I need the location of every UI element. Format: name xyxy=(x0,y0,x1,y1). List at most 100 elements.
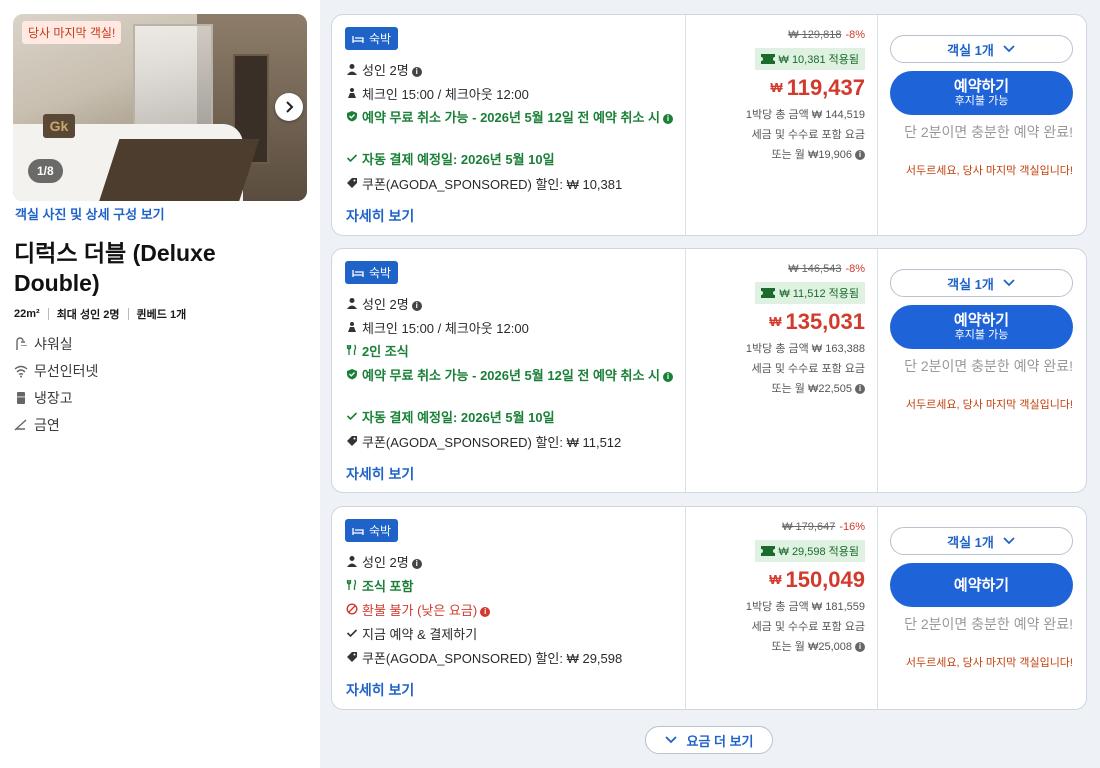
offer-payment-now: 지금 예약 & 결제하기 xyxy=(345,626,675,643)
offer-breakfast: 조식 포함 xyxy=(345,578,675,595)
room-count-select[interactable]: 객실 1개 xyxy=(890,35,1073,63)
offer-checkin: 체크인 15:00 / 체크아웃 12:00 xyxy=(345,320,675,337)
offer-guests: 성인 2명 i xyxy=(345,554,675,571)
ticket-icon xyxy=(760,546,775,556)
info-icon[interactable]: i xyxy=(663,113,673,124)
cutlery-icon xyxy=(346,579,357,590)
urgency-text: 단 2분이면 충분한 예약 완료! xyxy=(904,124,1073,140)
bed-icon xyxy=(352,527,364,535)
fridge-icon xyxy=(17,391,25,404)
offer-payment-date: 자동 결제 예정일: 2026년 5월 10일 xyxy=(345,151,675,168)
coupon-applied-badge: ₩ 10,381 적용됨 xyxy=(754,48,865,70)
info-icon[interactable]: i xyxy=(480,606,491,617)
details-link[interactable]: 자세히 보기 xyxy=(346,680,414,700)
price-block: ₩ 146,543 -8% ₩ 11,512 적용됨 ₩135,031 1박당 총… xyxy=(687,249,877,494)
shield-check-icon xyxy=(347,111,357,122)
amenity-item: 무선인터넷 xyxy=(14,357,98,384)
price-block: ₩ 179,647 -16% ₩ 29,598 적용됨 ₩150,049 1박당 … xyxy=(687,507,877,711)
offer-coupon: 쿠폰(AGODA_SPONSORED) 할인: ₩ 29,598 xyxy=(345,650,675,667)
chevron-down-icon xyxy=(1003,279,1015,287)
info-icon[interactable]: i xyxy=(855,642,865,653)
check-icon xyxy=(346,412,358,421)
room-photos-link[interactable]: 객실 사진 및 상세 구성 보기 xyxy=(15,204,165,223)
room-max-guests: 최대 성인 2명 xyxy=(56,309,120,321)
amenity-item: 금연 xyxy=(14,411,98,438)
stay-tag: 숙박 xyxy=(345,27,399,50)
room-bed: 퀸베드 1개 xyxy=(136,309,187,321)
price-block: ₩ 129,818 -8% ₩ 10,381 적용됨 ₩119,437 1박당 총… xyxy=(687,15,877,237)
offer-card: 숙박 성인 2명 i 체크인 15:00 / 체크아웃 12:00 2인 조식 예… xyxy=(331,248,1087,493)
offer-payment-date: 자동 결제 예정일: 2026년 5월 10일 xyxy=(345,409,675,426)
amenity-item: 냉장고 xyxy=(14,384,98,411)
tag-icon xyxy=(347,436,357,446)
book-button[interactable]: 예약하기 후지불 가능 xyxy=(890,71,1073,115)
coupon-applied-badge: ₩ 11,512 적용됨 xyxy=(755,282,865,304)
details-link[interactable]: 자세히 보기 xyxy=(346,206,414,226)
last-room-warning: 서두르세요, 당사 마지막 객실입니다! xyxy=(905,657,1073,669)
chevron-down-icon xyxy=(1003,537,1015,545)
room-summary: Gk 당사 마지막 객실! 1/8 객실 사진 및 상세 구성 보기 디럭스 더… xyxy=(0,0,320,768)
offer-breakfast: 2인 조식 xyxy=(345,343,675,360)
check-icon xyxy=(346,154,358,163)
next-photo-button[interactable] xyxy=(275,93,303,121)
checkin-icon xyxy=(348,322,356,332)
last-room-warning: 서두르세요, 당사 마지막 객실입니다! xyxy=(905,399,1073,411)
no-smoking-icon xyxy=(14,418,27,431)
original-price: ₩ 146,543 -8% xyxy=(788,263,865,275)
tag-icon xyxy=(347,652,357,662)
price-details: 1박당 총 금액 ₩ 163,388 세금 및 수수료 포함 요금 또는 월 ₩… xyxy=(745,343,865,395)
more-rates-button[interactable]: 요금 더 보기 xyxy=(645,726,773,754)
urgency-text: 단 2분이면 충분한 예약 완료! xyxy=(904,616,1073,632)
original-price: ₩ 129,818 -8% xyxy=(788,29,865,41)
price-details: 1박당 총 금액 ₩ 144,519 세금 및 수수료 포함 요금 또는 월 ₩… xyxy=(745,109,865,161)
ticket-icon xyxy=(760,54,775,64)
person-icon xyxy=(347,64,357,75)
final-price: ₩135,031 xyxy=(769,309,865,334)
check-icon xyxy=(346,629,358,638)
original-price: ₩ 179,647 -16% xyxy=(782,521,865,533)
room-title: 디럭스 더블 (Deluxe Double) xyxy=(14,240,216,296)
room-meta: 22m² 최대 성인 2명 퀸베드 1개 xyxy=(14,306,186,322)
book-button[interactable]: 예약하기 후지불 가능 xyxy=(890,305,1073,349)
chevron-down-icon xyxy=(1003,45,1015,53)
book-button[interactable]: 예약하기 xyxy=(890,563,1073,607)
info-icon[interactable]: i xyxy=(411,558,422,569)
tag-icon xyxy=(347,178,357,188)
amenity-list: 샤워실 무선인터넷 냉장고 금연 xyxy=(14,330,98,438)
info-icon[interactable]: i xyxy=(411,300,422,311)
offer-refund-policy: 환불 불가 (낮은 요금) i xyxy=(345,602,675,619)
info-icon[interactable]: i xyxy=(411,66,422,77)
offer-cancellation: 예약 무료 취소 가능 - 2026년 5월 12일 전 예약 취소 시i xyxy=(345,367,675,384)
last-room-warning: 서두르세요, 당사 마지막 객실입니다! xyxy=(905,165,1073,177)
offer-checkin: 체크인 15:00 / 체크아웃 12:00 xyxy=(345,86,675,103)
no-entry-icon xyxy=(346,603,358,615)
info-icon[interactable]: i xyxy=(663,371,673,382)
details-link[interactable]: 자세히 보기 xyxy=(346,464,414,484)
offer-coupon: 쿠폰(AGODA_SPONSORED) 할인: ₩ 10,381 xyxy=(345,176,675,193)
room-count-select[interactable]: 객실 1개 xyxy=(890,269,1073,297)
offer-coupon: 쿠폰(AGODA_SPONSORED) 할인: ₩ 11,512 xyxy=(345,434,675,451)
final-price: ₩119,437 xyxy=(770,75,865,100)
wifi-icon xyxy=(14,365,28,377)
urgency-text: 단 2분이면 충분한 예약 완료! xyxy=(904,358,1073,374)
chevron-right-icon xyxy=(286,101,294,113)
last-room-badge: 당사 마지막 객실! xyxy=(22,21,122,44)
bed-icon xyxy=(352,35,364,43)
coupon-applied-badge: ₩ 29,598 적용됨 xyxy=(754,540,865,562)
cutlery-icon xyxy=(346,344,357,355)
shield-check-icon xyxy=(347,369,357,380)
offer-guests: 성인 2명 i xyxy=(345,62,675,79)
room-count-select[interactable]: 객실 1개 xyxy=(890,527,1073,555)
offer-cancellation: 예약 무료 취소 가능 - 2026년 5월 12일 전 예약 취소 시i xyxy=(345,109,675,126)
chevron-down-icon xyxy=(665,736,678,744)
amenity-item: 샤워실 xyxy=(14,330,98,357)
checkin-icon xyxy=(348,88,356,98)
price-details: 1박당 총 금액 ₩ 181,559 세금 및 수수료 포함 요금 또는 월 ₩… xyxy=(745,601,865,653)
info-icon[interactable]: i xyxy=(855,384,865,395)
info-icon[interactable]: i xyxy=(855,150,865,161)
hotel-logo: Gk xyxy=(43,114,75,138)
stay-tag: 숙박 xyxy=(345,261,399,284)
shower-icon xyxy=(16,336,27,350)
offer-card: 숙박 성인 2명 i 조식 포함 환불 불가 (낮은 요금) i 지금 예약 & 결… xyxy=(331,506,1087,710)
offer-card: 숙박 성인 2명 i 체크인 15:00 / 체크아웃 12:00 예약 무료 취… xyxy=(331,14,1087,236)
